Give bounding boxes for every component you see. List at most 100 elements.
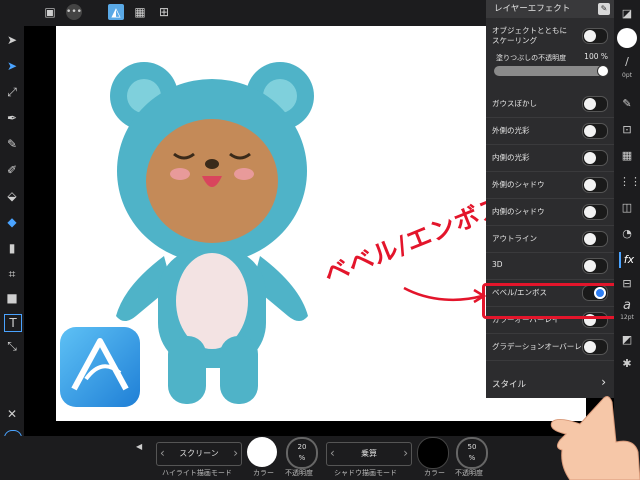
fill-opacity-slider[interactable] [494,65,609,77]
swatches-icon[interactable]: ⋮⋮ [619,174,640,190]
typography-icon[interactable]: a [619,298,635,314]
shape-tool-icon[interactable]: ■ [4,290,20,306]
brush-size-value: 0pt [622,72,632,79]
chevron-left-icon[interactable]: ‹ [330,446,335,460]
pin-icon[interactable]: ✎ [598,3,610,15]
effect-toggle[interactable] [582,339,608,355]
move-tool-icon[interactable]: ➤ [4,32,20,48]
chevron-right-icon[interactable]: › [233,446,238,460]
effect-label: 内側のシャドウ [492,207,545,216]
fill-opacity-value: 100 % [584,52,608,61]
text-tool-icon[interactable]: T [4,314,22,332]
color-swatch[interactable] [617,28,637,48]
effect-label: 内側の光彩 [492,153,530,162]
brush-icon[interactable]: ✎ [619,96,635,112]
chevron-left-icon[interactable]: ‹ [160,446,165,460]
annotation-arrow [403,286,487,304]
effect-row[interactable]: 内側のシャドウ [486,198,614,226]
highlight-color-label: カラー [253,469,274,477]
effect-label: アウトライン [492,234,537,243]
constraints-icon[interactable]: ◔ [619,226,635,242]
effect-row[interactable]: グラデーションオーバーレイ [486,333,614,361]
toggle-knob [584,233,596,245]
corner-tool-icon[interactable]: ⤢ [4,84,20,100]
crop-tool-icon[interactable]: ⌗ [4,266,20,282]
symbols-icon[interactable]: ◫ [619,200,635,216]
grid-icon[interactable]: ▦ [132,4,148,20]
node-tool-icon[interactable]: ➤ [4,58,20,74]
transform-icon[interactable]: ⊡ [619,122,635,138]
layers-icon[interactable]: ◪ [619,6,635,22]
navigator-icon[interactable]: ▦ [619,148,635,164]
export-icon[interactable]: ⊞ [156,4,172,20]
shadow-color-label: カラー [424,469,445,477]
highlight-color-swatch[interactable] [247,437,277,467]
highlight-mode-select[interactable]: ‹ スクリーン › [156,442,242,466]
effect-toggle[interactable] [582,150,608,166]
collapse-arrow-icon[interactable]: ◀ [136,442,142,451]
effect-label: 外側のシャドウ [492,180,545,189]
affinity-persona-icon[interactable]: ◭ [108,4,124,20]
affinity-designer-logo [60,327,140,407]
vector-brush-icon[interactable]: ✐ [4,162,20,178]
fill-tool-icon[interactable]: ⬙ [4,188,20,204]
shadow-color-swatch[interactable] [417,437,449,469]
style-label: スタイル [492,380,527,390]
effect-label: 3D [492,260,503,269]
panel-title: レイヤーエフェクト [486,0,614,18]
toggle-knob [584,206,596,218]
close-icon[interactable]: ✕ [4,406,20,422]
chevron-right-icon[interactable]: › [403,446,408,460]
stroke-icon[interactable]: ∕ [619,54,635,70]
effect-row[interactable]: 内側の光彩 [486,144,614,172]
effect-row[interactable]: 外側のシャドウ [486,171,614,199]
effect-toggle[interactable] [582,177,608,193]
text-styles-icon[interactable]: ⊟ [619,276,635,292]
effect-row[interactable]: 外側の光彩 [486,117,614,145]
highlight-box [482,283,624,319]
effect-label: グラデーションオーバーレイ [492,342,590,351]
more-icon[interactable]: ••• [66,4,82,20]
toggle-knob [584,260,596,272]
scale-with-object-toggle[interactable] [582,28,608,44]
effect-toggle[interactable] [582,204,608,220]
effect-toggle[interactable] [582,231,608,247]
eyedropper-tool-icon[interactable]: ⤡ [4,338,20,354]
effect-label: ガウスぼかし [492,99,537,108]
document-icon[interactable]: ▣ [42,4,58,20]
scale-with-object-label: オブジェクトとともに スケーリング [492,26,567,45]
fill-opacity-label: 塗りつぶしの不透明度 [496,54,567,62]
toggle-knob [584,152,596,164]
effect-toggle[interactable] [582,258,608,274]
highlight-opacity-dial[interactable]: 20 % [286,437,318,469]
shadow-mode-select[interactable]: ‹ 乗算 › [326,442,412,466]
toggle-knob [584,125,596,137]
effect-row[interactable]: 3D [486,252,614,280]
effect-label: 外側の光彩 [492,126,530,135]
effect-row[interactable]: アウトライン [486,225,614,253]
shadow-opacity-dial[interactable]: 50 % [456,437,488,469]
left-toolbar: ➤ ➤ ⤢ ✒ ✎ ✐ ⬙ ◆ ▮ ⌗ ■ T ⤡ ✕ ∩ 🗑 [0,26,24,473]
pencil-tool-icon[interactable]: ✎ [4,136,20,152]
pen-tool-icon[interactable]: ✒ [4,110,20,126]
transparency-tool-icon[interactable]: ◆ [4,214,20,230]
toggle-knob [584,341,596,353]
settings-icon[interactable]: ✱ [619,356,635,372]
shadow-opacity-label: 不透明度 [455,469,483,477]
shadow-mode-label: シャドウ描画モード [334,469,397,477]
effect-row[interactable]: ガウスぼかし [486,90,614,118]
layer-effects-panel: レイヤーエフェクト ✎ オブジェクトとともに スケーリング 塗りつぶしの不透明度… [486,0,614,398]
top-toolbar: ▣ ••• ◭ ▦ ⊞ [0,0,486,26]
effect-toggle[interactable] [582,96,608,112]
highlight-mode-label: ハイライト描画モード [162,469,232,477]
history-icon[interactable]: ◩ [619,332,635,348]
place-image-icon[interactable]: ▮ [4,240,20,256]
fill-opacity-slider-knob[interactable] [597,65,609,77]
toggle-knob [584,179,596,191]
chevron-right-icon: › [601,375,606,389]
font-size-value: 12pt [620,314,634,321]
pointing-hand [550,396,640,480]
fx-icon[interactable]: fx [619,252,637,268]
effect-toggle[interactable] [582,123,608,139]
highlight-opacity-label: 不透明度 [285,469,313,477]
